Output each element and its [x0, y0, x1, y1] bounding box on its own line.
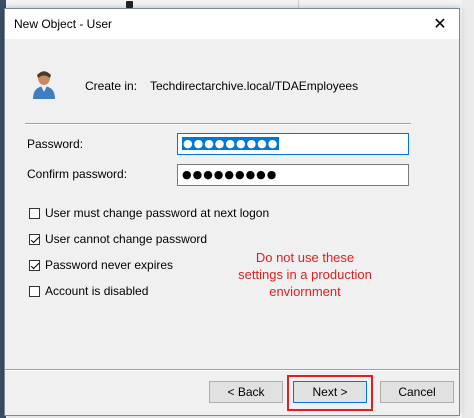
password-field[interactable]: ●●●●●●●●●	[177, 133, 409, 155]
header-separator	[25, 123, 411, 125]
dialog-titlebar[interactable]: New Object - User ✕	[5, 9, 459, 39]
confirm-password-value: ●●●●●●●●●	[182, 168, 278, 181]
checkbox[interactable]	[29, 233, 40, 245]
back-button[interactable]: < Back	[209, 381, 283, 403]
option-label: Account is disabled	[45, 284, 149, 298]
background-icon	[126, 1, 133, 8]
option-must-change-password[interactable]: User must change password at next logon	[29, 206, 269, 220]
footer-separator	[5, 369, 459, 371]
option-label: User cannot change password	[45, 232, 208, 246]
cancel-button[interactable]: Cancel	[380, 381, 454, 403]
create-in-path: Techdirectarchive.local/TDAEmployees	[150, 79, 359, 93]
warning-annotation: Do not use these settings in a productio…	[238, 250, 372, 299]
next-button-highlight	[287, 375, 373, 411]
option-cannot-change-password[interactable]: User cannot change password	[29, 232, 207, 246]
confirm-password-label: Confirm password:	[27, 167, 128, 181]
checkbox[interactable]	[29, 285, 40, 297]
create-in-label: Create in:	[85, 79, 138, 93]
password-label: Password:	[27, 137, 84, 151]
background-scrollbar[interactable]	[462, 0, 474, 418]
password-value: ●●●●●●●●●	[182, 137, 280, 150]
option-label: User must change password at next logon	[45, 206, 270, 220]
option-account-disabled[interactable]: Account is disabled	[29, 284, 148, 298]
option-password-never-expires[interactable]: Password never expires	[29, 258, 173, 272]
close-button[interactable]: ✕	[427, 13, 453, 35]
checkbox[interactable]	[29, 259, 40, 271]
confirm-password-field[interactable]: ●●●●●●●●●	[177, 164, 409, 186]
user-icon	[33, 71, 55, 99]
dialog-title: New Object - User	[14, 17, 113, 31]
option-label: Password never expires	[45, 258, 174, 272]
new-object-user-dialog: New Object - User ✕ Create in: Techdirec…	[4, 8, 460, 416]
checkbox[interactable]	[29, 207, 40, 219]
